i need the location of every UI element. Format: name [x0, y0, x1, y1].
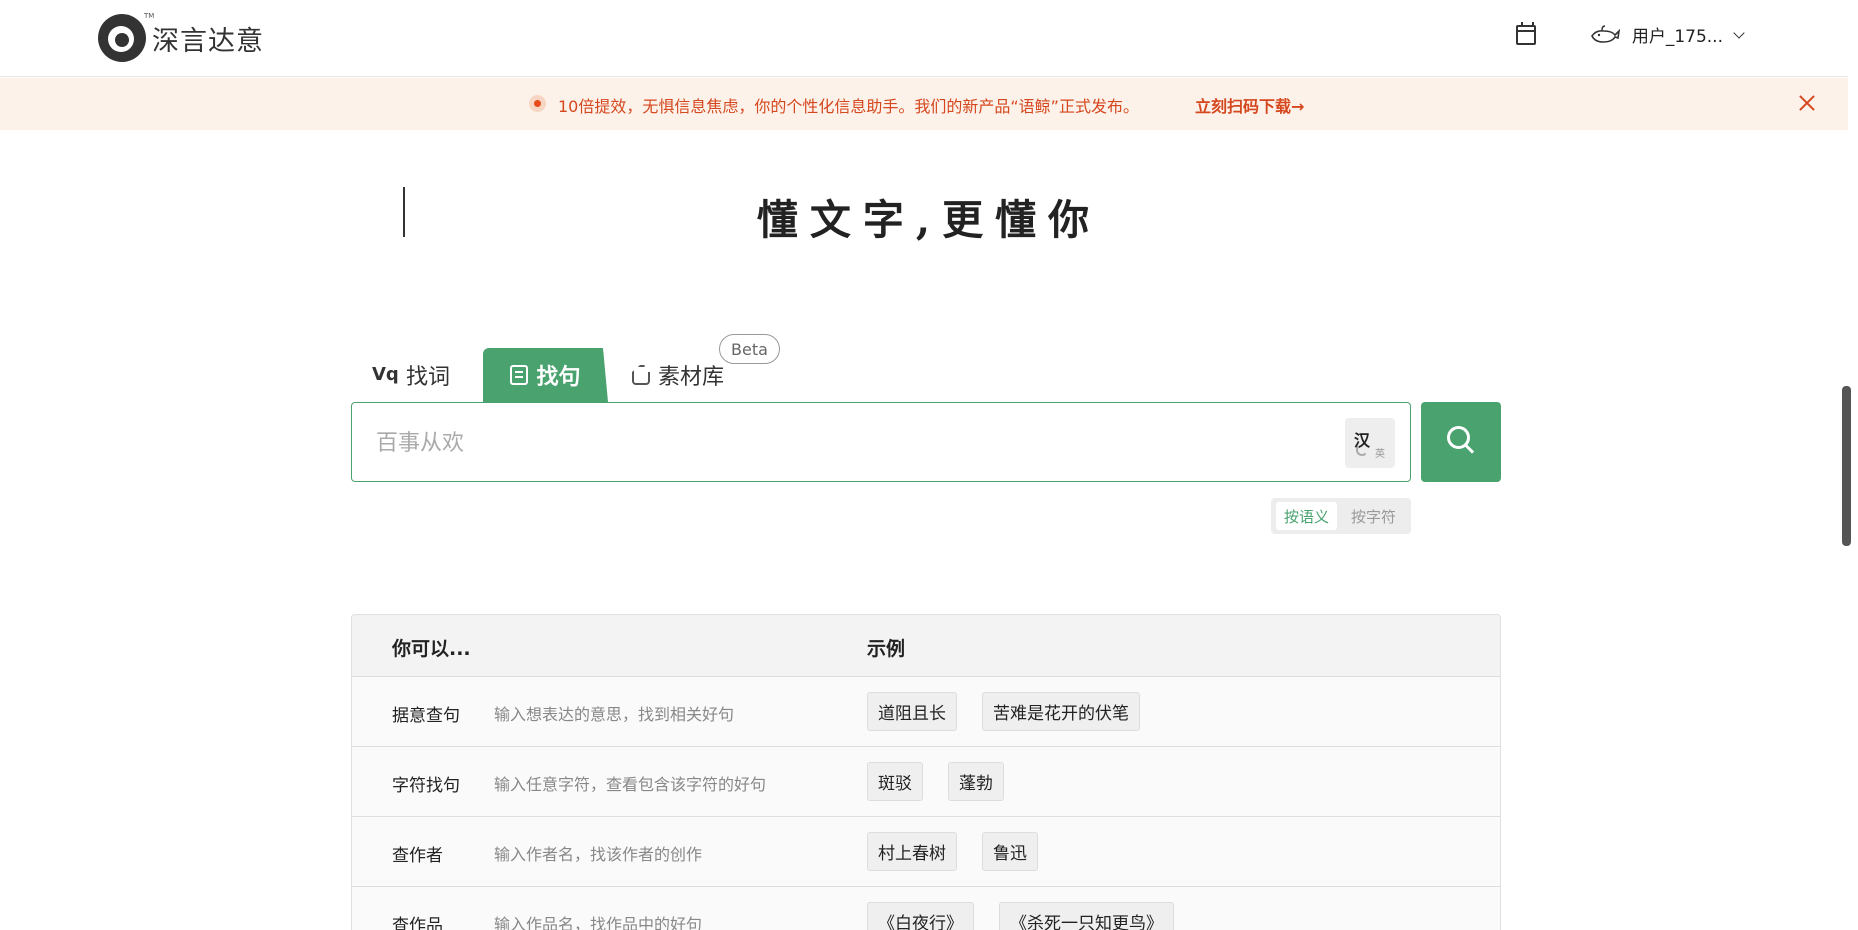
library-icon: [632, 365, 650, 385]
example-chip[interactable]: 苦难是花开的伏笔: [982, 692, 1140, 731]
announcement-banner: 10倍提效，无惧信息焦虑，你的个性化信息助手。我们的新产品“语鲸”正式发布。 立…: [0, 78, 1848, 130]
scrollbar-thumb[interactable]: [1842, 386, 1851, 546]
search-mode-switch: 按语义 按字符: [1271, 498, 1411, 534]
example-chip[interactable]: 道阻且长: [867, 692, 957, 731]
example-chips: 《白夜行》 《杀死一只知更鸟》: [867, 902, 1199, 930]
close-icon[interactable]: [1796, 92, 1818, 114]
tab-find-sentences[interactable]: 找句: [483, 348, 608, 402]
logo[interactable]: TM 深言达意: [98, 12, 264, 62]
chevron-down-icon[interactable]: [1733, 26, 1745, 39]
sentence-icon: [510, 365, 529, 385]
example-chips: 道阻且长 苦难是花开的伏笔: [867, 692, 1165, 731]
logo-text: 深言达意: [152, 25, 264, 57]
search-button[interactable]: [1421, 402, 1501, 482]
tab-find-words[interactable]: Vq 找词: [372, 348, 450, 402]
language-toggle-button[interactable]: 汉 英: [1345, 418, 1395, 468]
example-chip[interactable]: 蓬勃: [948, 762, 1004, 801]
word-search-icon: Vq: [372, 364, 399, 385]
tab-material-library[interactable]: 素材库: [632, 348, 724, 402]
example-chip[interactable]: 《杀死一只知更鸟》: [999, 902, 1174, 930]
row-description: 输入作者名，找该作者的创作: [494, 845, 703, 864]
mode-semantic-option[interactable]: 按语义: [1276, 502, 1338, 530]
avatar[interactable]: [1590, 24, 1620, 46]
top-header: TM 深言达意 用户_175...: [0, 0, 1848, 77]
banner-download-link[interactable]: 立刻扫码下载→: [1195, 93, 1304, 117]
row-title: 查作品: [392, 916, 443, 930]
example-chip[interactable]: 村上春树: [867, 832, 957, 871]
example-chips: 村上春树 鲁迅: [867, 832, 1063, 871]
row-description: 输入任意字符，查看包含该字符的好句: [494, 775, 767, 794]
tab-label: 素材库: [658, 365, 725, 390]
page: TM 深言达意 用户_175... 10倍提效，无惧信息焦虑，你的个性化信息助手…: [0, 0, 1858, 930]
column-header-examples: 示例: [867, 638, 906, 660]
column-header-usage: 你可以...: [392, 638, 471, 660]
example-chip[interactable]: 斑驳: [867, 762, 923, 801]
row-title: 字符找句: [392, 776, 460, 796]
logo-trademark: TM: [144, 12, 155, 20]
table-row: 查作者 输入作者名，找该作者的创作 村上春树 鲁迅: [352, 817, 1500, 887]
mode-character-option[interactable]: 按字符: [1343, 502, 1404, 530]
calendar-icon[interactable]: [1515, 21, 1536, 45]
table-row: 据意查句 输入想表达的意思，找到相关好句 道阻且长 苦难是花开的伏笔: [352, 677, 1500, 747]
usage-table: 你可以... 示例 据意查句 输入想表达的意思，找到相关好句 道阻且长 苦难是花…: [351, 614, 1501, 930]
tab-label: 找句: [536, 365, 581, 390]
example-chip[interactable]: 鲁迅: [982, 832, 1038, 871]
search-input[interactable]: [376, 423, 1276, 463]
beta-badge: Beta: [719, 334, 780, 364]
whale-avatar-icon: [1590, 24, 1620, 43]
swap-icon: [1356, 444, 1368, 456]
notice-dot-icon: [529, 95, 546, 112]
row-title: 查作者: [392, 846, 443, 866]
table-row: 字符找句 输入任意字符，查看包含该字符的好句 斑驳 蓬勃: [352, 747, 1500, 817]
table-header: 你可以... 示例: [352, 615, 1500, 677]
banner-text: 10倍提效，无惧信息焦虑，你的个性化信息助手。我们的新产品“语鲸”正式发布。: [558, 97, 1139, 116]
row-title: 据意查句: [392, 706, 460, 726]
table-row: 查作品 输入作品名，找作品中的好句 《白夜行》 《杀死一只知更鸟》: [352, 887, 1500, 930]
search-box: 汉 英: [351, 402, 1411, 482]
page-slogan: 懂文字,更懂你: [756, 196, 1102, 244]
example-chip[interactable]: 《白夜行》: [867, 902, 974, 930]
tab-label: 找词: [406, 365, 451, 390]
row-description: 输入想表达的意思，找到相关好句: [494, 705, 735, 724]
logo-icon: [98, 14, 146, 62]
header-actions: 用户_175...: [1515, 21, 1745, 47]
user-name[interactable]: 用户_175...: [1632, 22, 1723, 47]
english-label: 英: [1375, 449, 1385, 460]
example-chips: 斑驳 蓬勃: [867, 762, 1029, 801]
row-description: 输入作品名，找作品中的好句: [494, 915, 703, 930]
